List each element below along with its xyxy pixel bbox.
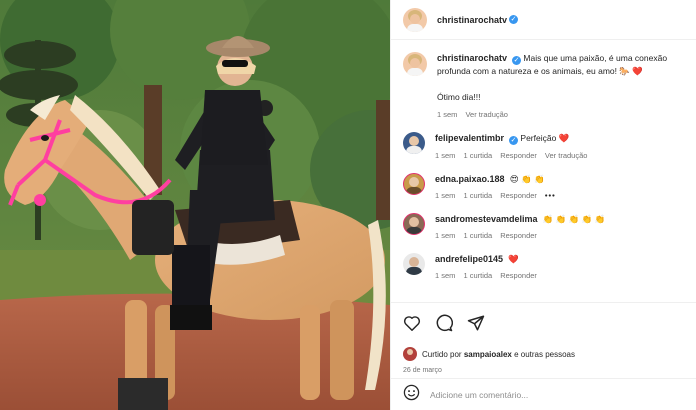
likes-prefix: Curtido por	[422, 349, 462, 359]
reply-button[interactable]: Responder	[500, 271, 537, 280]
post-date: 26 de março	[403, 367, 442, 374]
commenter-username[interactable]: andrefelipe0145	[435, 254, 503, 264]
comment-text: 😍 👏 👏	[509, 174, 545, 184]
caption-translate-link[interactable]: Ver tradução	[465, 110, 508, 119]
likes-summary[interactable]: Curtido por sampaioalex e outras pessoas	[403, 347, 684, 361]
verified-icon: ✓	[509, 136, 519, 145]
commenter-avatar[interactable]	[403, 173, 425, 195]
caption: christinarochatv ✓ Mais que uma paixão, é…	[403, 52, 684, 119]
add-comment-bar	[391, 378, 696, 410]
liker-avatar	[403, 347, 417, 361]
commenter-avatar[interactable]	[403, 253, 425, 275]
heart-icon[interactable]	[403, 315, 421, 331]
commenter-avatar[interactable]	[403, 213, 425, 235]
translate-link[interactable]: Ver tradução	[545, 151, 588, 160]
comment-item: edna.paixao.188 😍 👏 👏 1 sem 1 curtida Re…	[403, 173, 684, 200]
reply-button[interactable]: Responder	[500, 191, 537, 200]
commenter-avatar[interactable]	[403, 132, 425, 154]
comment-text: Perfeição ❤️	[520, 133, 570, 143]
commenter-username[interactable]: sandromestevamdelima	[435, 214, 538, 224]
post-panel: christinarochatv ✓ christinarochatv ✓ Mai…	[390, 0, 696, 410]
comment-time[interactable]: 1 sem	[435, 191, 455, 200]
comment-likes[interactable]: 1 curtida	[463, 151, 492, 160]
comment-item: andrefelipe0145 ❤️ 1 sem 1 curtida Respo…	[403, 253, 684, 280]
comment-input[interactable]	[430, 389, 684, 400]
commenter-username[interactable]: edna.paixao.188	[435, 174, 505, 184]
more-options-icon[interactable]: •••	[545, 191, 556, 200]
comment-icon[interactable]	[435, 314, 453, 332]
post-photo[interactable]	[0, 0, 390, 410]
likes-suffix[interactable]: e outras pessoas	[514, 350, 575, 359]
caption-time[interactable]: 1 sem	[437, 110, 457, 119]
author-avatar[interactable]	[403, 7, 427, 32]
comment-time[interactable]: 1 sem	[435, 271, 455, 280]
comment-item: sandromestevamdelima 👏 👏 👏 👏 👏 1 sem 1 c…	[403, 213, 684, 240]
comment-likes[interactable]: 1 curtida	[463, 191, 492, 200]
comment-likes[interactable]: 1 curtida	[463, 231, 492, 240]
share-icon[interactable]	[467, 314, 485, 332]
caption-username[interactable]: christinarochatv	[437, 53, 507, 63]
caption-greeting: Ótimo dia!!!	[437, 92, 481, 102]
comments-list[interactable]: christinarochatv ✓ Mais que uma paixão, é…	[391, 40, 696, 302]
comment-time[interactable]: 1 sem	[435, 151, 455, 160]
actions-bar: Curtido por sampaioalex e outras pessoas…	[391, 302, 696, 374]
comment-text: 👏 👏 👏 👏 👏	[542, 214, 606, 224]
verified-icon: ✓	[512, 56, 522, 65]
reply-button[interactable]: Responder	[500, 231, 537, 240]
comment-text: ❤️	[508, 254, 520, 264]
comment-time[interactable]: 1 sem	[435, 231, 455, 240]
reply-button[interactable]: Responder	[500, 151, 537, 160]
emoji-icon[interactable]	[403, 384, 420, 406]
comment-item: felipevalentimbr ✓ Perfeição ❤️ 1 sem 1 c…	[403, 132, 684, 160]
post-header: christinarochatv ✓	[391, 0, 696, 40]
author-username[interactable]: christinarochatv	[437, 15, 507, 25]
liker-username[interactable]: sampaioalex	[464, 350, 512, 359]
author-avatar[interactable]	[403, 52, 427, 76]
verified-icon: ✓	[509, 15, 519, 24]
comment-likes[interactable]: 1 curtida	[463, 271, 492, 280]
horse-rider-image	[0, 0, 390, 410]
commenter-username[interactable]: felipevalentimbr	[435, 133, 504, 143]
